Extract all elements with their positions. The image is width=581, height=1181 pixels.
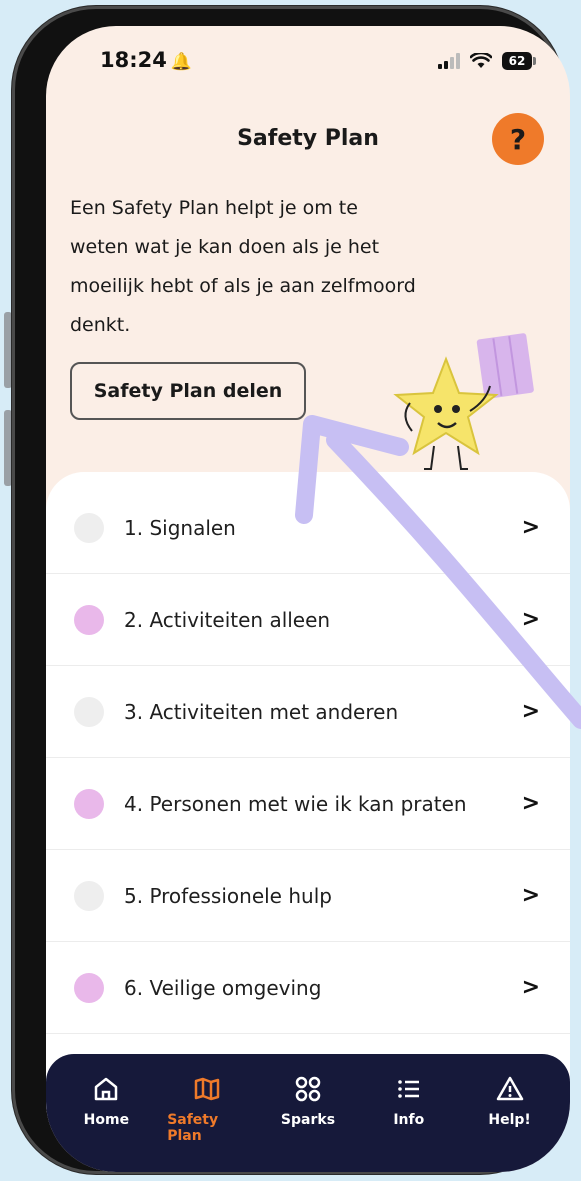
- tab-sparks[interactable]: Sparks: [268, 1054, 348, 1172]
- status-bar: 18:24 🔔 62: [46, 26, 570, 96]
- status-time: 18:24 🔔: [100, 48, 193, 72]
- intro-text: Een Safety Plan helpt je om te weten wat…: [70, 197, 416, 336]
- grid-icon: [295, 1076, 321, 1102]
- app-screen: 18:24 🔔 62 Safety Plan ? Een Safety Plan …: [46, 26, 570, 1172]
- progress-dot: [74, 512, 104, 543]
- safety-plan-steps-list: 1. Signalen > 2. Activiteiten alleen > 3…: [46, 472, 570, 1112]
- phone-frame: 18:24 🔔 62 Safety Plan ? Een Safety Plan …: [12, 6, 570, 1174]
- phone-side-button: [4, 410, 12, 486]
- progress-dot: [74, 972, 104, 1003]
- chevron-right-icon: >: [521, 699, 540, 724]
- list-item-personen[interactable]: 4. Personen met wie ik kan praten >: [46, 758, 570, 850]
- tab-home[interactable]: Home: [66, 1054, 146, 1172]
- phone-side-button: [4, 312, 12, 388]
- bottom-tab-bar: Home Safety Plan Sparks Info Help!: [46, 1054, 570, 1172]
- signal-icon: [438, 53, 460, 69]
- chevron-right-icon: >: [521, 883, 540, 908]
- progress-dot: [74, 696, 104, 727]
- tab-label: Help!: [488, 1112, 531, 1128]
- chevron-right-icon: >: [521, 515, 540, 540]
- list-item-label: 3. Activiteiten met anderen: [124, 699, 399, 724]
- list-item-activiteiten-alleen[interactable]: 2. Activiteiten alleen >: [46, 574, 570, 666]
- bell-icon: 🔔: [170, 52, 193, 72]
- wifi-icon: [470, 53, 492, 68]
- share-safety-plan-button[interactable]: Safety Plan delen: [70, 362, 306, 420]
- list-item-signalen[interactable]: 1. Signalen >: [46, 482, 570, 574]
- list-item-label: 5. Professionele hulp: [124, 883, 332, 908]
- progress-dot: [74, 880, 104, 911]
- home-icon: [95, 1077, 118, 1101]
- list-item-professionele-hulp[interactable]: 5. Professionele hulp >: [46, 850, 570, 942]
- chevron-right-icon: >: [521, 791, 540, 816]
- chevron-right-icon: >: [521, 607, 540, 632]
- list-item-label: 6. Veilige omgeving: [124, 975, 322, 1000]
- tab-label: Safety Plan: [167, 1112, 219, 1144]
- star-mascot-illustration: [393, 333, 534, 470]
- list-item-label: 2. Activiteiten alleen: [124, 607, 331, 632]
- tab-info[interactable]: Info: [369, 1054, 449, 1172]
- list-item-label: 4. Personen met wie ik kan praten: [124, 791, 467, 816]
- tab-label: Info: [393, 1112, 425, 1128]
- battery-icon: 62: [502, 52, 536, 70]
- tab-help[interactable]: Help!: [470, 1054, 550, 1172]
- warning-icon: [496, 1076, 523, 1101]
- list-item-veilige-omgeving[interactable]: 6. Veilige omgeving >: [46, 942, 570, 1034]
- list-item-label: 1. Signalen: [124, 515, 236, 540]
- map-icon: [194, 1077, 220, 1101]
- progress-dot: [74, 604, 104, 635]
- tab-label: Home: [83, 1112, 130, 1128]
- list-item-activiteiten-met-anderen[interactable]: 3. Activiteiten met anderen >: [46, 666, 570, 758]
- progress-dot: [74, 788, 104, 819]
- tab-safety-plan[interactable]: Safety Plan: [167, 1054, 247, 1172]
- tab-label: Sparks: [280, 1112, 336, 1128]
- help-button[interactable]: ?: [492, 113, 544, 165]
- chevron-right-icon: >: [521, 975, 540, 1000]
- list-icon: [397, 1080, 419, 1098]
